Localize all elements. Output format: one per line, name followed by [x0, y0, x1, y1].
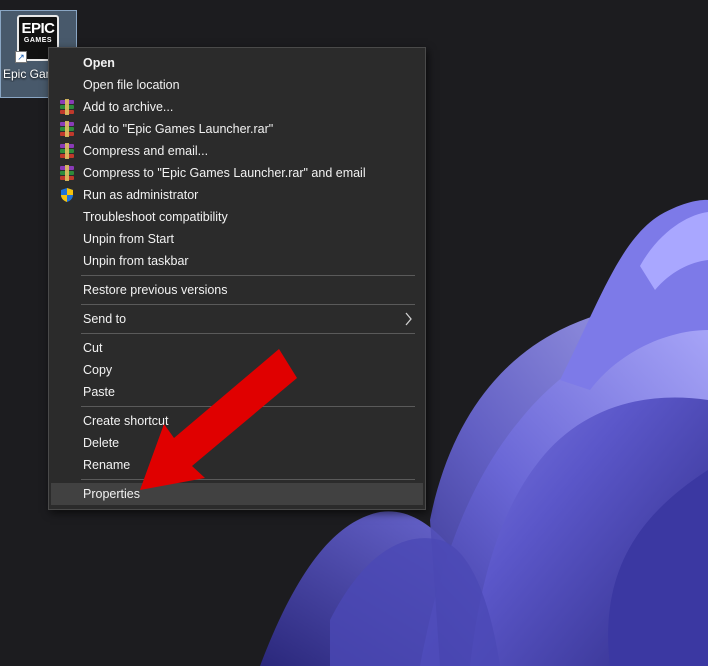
menu-item-restore-previous-versions[interactable]: Restore previous versions: [51, 279, 423, 301]
menu-item-copy[interactable]: Copy: [51, 359, 423, 381]
menu-item-paste[interactable]: Paste: [51, 381, 423, 403]
menu-item-properties[interactable]: Properties: [51, 483, 423, 505]
menu-item-unpin-from-taskbar[interactable]: Unpin from taskbar: [51, 250, 423, 272]
menu-item-troubleshoot-compatibility[interactable]: Troubleshoot compatibility: [51, 206, 423, 228]
menu-item-compress-to-rar-and-email[interactable]: Compress to "Epic Games Launcher.rar" an…: [51, 162, 423, 184]
shortcut-arrow-icon: ↗: [15, 51, 27, 63]
menu-item-open-file-location[interactable]: Open file location: [51, 74, 423, 96]
winrar-icon: [59, 143, 75, 159]
menu-separator: [81, 333, 415, 334]
menu-item-send-to[interactable]: Send to: [51, 308, 423, 330]
menu-separator: [81, 275, 415, 276]
winrar-icon: [59, 121, 75, 137]
menu-item-compress-and-email[interactable]: Compress and email...: [51, 140, 423, 162]
menu-item-open[interactable]: Open: [51, 52, 423, 74]
winrar-icon: [59, 165, 75, 181]
uac-shield-icon: [59, 187, 75, 203]
menu-item-run-as-administrator[interactable]: Run as administrator: [51, 184, 423, 206]
menu-item-cut[interactable]: Cut: [51, 337, 423, 359]
menu-item-add-to-archive[interactable]: Add to archive...: [51, 96, 423, 118]
menu-item-delete[interactable]: Delete: [51, 432, 423, 454]
context-menu: Open Open file location Add to archive..…: [48, 47, 426, 510]
menu-item-add-to-rar[interactable]: Add to "Epic Games Launcher.rar": [51, 118, 423, 140]
winrar-icon: [59, 99, 75, 115]
menu-separator: [81, 406, 415, 407]
menu-separator: [81, 479, 415, 480]
menu-item-rename[interactable]: Rename: [51, 454, 423, 476]
menu-separator: [81, 304, 415, 305]
menu-item-create-shortcut[interactable]: Create shortcut: [51, 410, 423, 432]
menu-item-unpin-from-start[interactable]: Unpin from Start: [51, 228, 423, 250]
